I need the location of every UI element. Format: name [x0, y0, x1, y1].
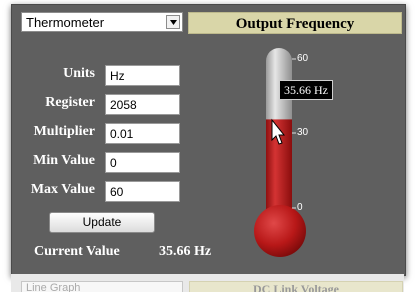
value-tooltip: 35.66 Hz	[279, 80, 333, 100]
thermometer-gauge	[254, 48, 306, 257]
next-widget-type-dropdown[interactable]: Line Graph	[21, 281, 183, 292]
next-widget-title: DC Link Voltage	[189, 281, 403, 292]
tick-label-0: 0	[297, 202, 303, 213]
tick-label-30: 30	[297, 127, 309, 138]
tick-label-60: 60	[297, 53, 309, 64]
next-widget-partial: Line Graph DC Link Voltage	[11, 274, 404, 292]
